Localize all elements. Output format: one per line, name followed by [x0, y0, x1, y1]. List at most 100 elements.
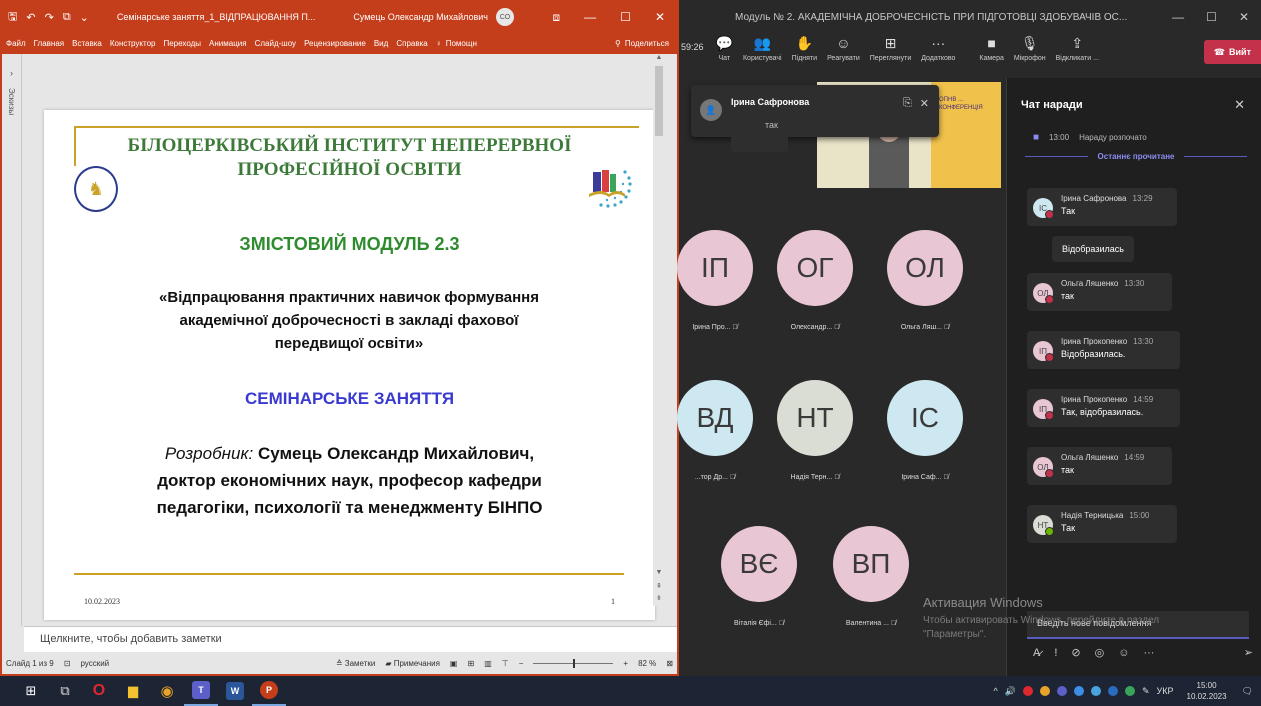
- reply-icon[interactable]: ⎘: [903, 97, 912, 110]
- start-button[interactable]: ⊞: [14, 676, 48, 706]
- scroll-up-icon[interactable]: ▲: [653, 54, 665, 61]
- teams-minimize-button[interactable]: —: [1172, 10, 1184, 24]
- powerpoint-button[interactable]: P: [252, 676, 286, 706]
- present-icon[interactable]: ⧉: [63, 11, 71, 24]
- tab-file[interactable]: Файл: [6, 39, 26, 48]
- participant-tile[interactable]: НТ Надія Терн... 🎙̸: [775, 380, 855, 481]
- thumbnail-pane[interactable]: › Эскизы: [2, 54, 22, 626]
- chat-message[interactable]: ОЛ Ольга Ляшенко 13:30 так: [1027, 273, 1172, 311]
- attach-icon[interactable]: ⊘: [1071, 646, 1080, 659]
- more-options-icon[interactable]: ···: [1143, 647, 1154, 659]
- accessibility-icon[interactable]: ⊡: [64, 659, 71, 668]
- expand-thumbnails-icon[interactable]: ›: [2, 68, 21, 78]
- chat-message[interactable]: ІП Ірина Прокопенко 13:30 Відобразилась.: [1027, 331, 1180, 369]
- react-button[interactable]: ☺ Реагувати: [827, 34, 860, 62]
- close-button[interactable]: ✕: [655, 10, 665, 25]
- scroll-down-icon[interactable]: ▼: [653, 569, 665, 576]
- sync-tray-icon[interactable]: [1125, 686, 1135, 696]
- tab-review[interactable]: Рецензирование: [304, 39, 366, 48]
- prev-slide-icon[interactable]: ⇞: [653, 582, 665, 590]
- teams-maximize-button[interactable]: ☐: [1206, 10, 1217, 24]
- chat-message[interactable]: ІС Ірина Сафронова 13:29 Так: [1027, 188, 1177, 226]
- volume-icon[interactable]: 🔊: [1005, 686, 1016, 697]
- zoom-in-icon[interactable]: +: [623, 659, 628, 668]
- tab-animations[interactable]: Анимация: [209, 39, 247, 48]
- zoom-slider[interactable]: [533, 658, 614, 668]
- chat-toast[interactable]: 👤 Ірина Сафронова так ⎘ ✕: [691, 85, 939, 152]
- task-view-button[interactable]: ⧉: [48, 676, 82, 706]
- user-name[interactable]: Сумець Олександр Михайлович: [353, 12, 488, 22]
- chat-button[interactable]: 💬 Чат: [716, 34, 733, 62]
- language-indicator[interactable]: УКР: [1157, 686, 1174, 696]
- fit-slide-icon[interactable]: ⊠: [666, 659, 673, 668]
- zoom-out-icon[interactable]: −: [519, 659, 524, 668]
- camera-button[interactable]: ■ Камера: [979, 34, 1003, 62]
- view-button[interactable]: ⊞ Переглянути: [870, 34, 911, 62]
- participant-tile[interactable]: ІП Ірина Про... 🎙̸: [675, 230, 755, 331]
- chat-message[interactable]: ОЛ Ольга Ляшенко 14:59 так: [1027, 447, 1172, 485]
- participant-tile[interactable]: ІС Ірина Саф... 🎙̸: [885, 380, 965, 481]
- stop-share-button[interactable]: ⇪ Відкликати ...: [1056, 34, 1099, 62]
- chat-close-icon[interactable]: ✕: [1234, 97, 1261, 113]
- normal-view-icon[interactable]: ▣: [450, 659, 458, 668]
- notifications-icon[interactable]: 🗨: [1242, 686, 1253, 697]
- chrome-button[interactable]: ◉: [150, 676, 184, 706]
- tab-insert[interactable]: Вставка: [72, 39, 102, 48]
- leave-button[interactable]: ☎ Вийт: [1203, 40, 1261, 64]
- show-hidden-icons[interactable]: ^: [994, 686, 998, 696]
- word-button[interactable]: W: [218, 676, 252, 706]
- minimize-button[interactable]: —: [584, 10, 596, 25]
- maximize-button[interactable]: ☐: [620, 10, 631, 25]
- teams-tray-icon[interactable]: [1057, 686, 1067, 696]
- tab-home[interactable]: Главная: [34, 39, 64, 48]
- notes-button[interactable]: ≙ Заметки: [336, 659, 376, 668]
- teams-button[interactable]: T: [184, 676, 218, 706]
- reading-view-icon[interactable]: ▥: [484, 659, 492, 668]
- opera-button[interactable]: O: [82, 676, 116, 706]
- comments-button[interactable]: ▰ Примечания: [385, 659, 440, 668]
- sorter-view-icon[interactable]: ⊞: [467, 659, 474, 668]
- tab-help[interactable]: Справка: [396, 39, 427, 48]
- vertical-scrollbar[interactable]: ▲ ▼ ⇞ ⇟: [653, 54, 665, 606]
- tell-me-button[interactable]: ♀ Помощн: [436, 39, 477, 48]
- participant-tile[interactable]: ОГ Олександр... 🎙̸: [775, 230, 855, 331]
- avatar[interactable]: CO: [496, 8, 514, 26]
- toast-close-icon[interactable]: ✕: [920, 97, 929, 110]
- next-slide-icon[interactable]: ⇟: [653, 594, 665, 602]
- slide-canvas[interactable]: БІЛОЦЕРКІВСЬКИЙ ІНСТИТУТ НЕПЕРЕРВНОЇ ПРО…: [44, 110, 655, 620]
- ribbon-display-icon[interactable]: ⧈: [553, 10, 561, 25]
- more-button[interactable]: ··· Додатково: [921, 34, 955, 62]
- raise-hand-button[interactable]: ✋ Підняти: [792, 34, 817, 62]
- customize-qat-icon[interactable]: ⌄: [80, 11, 89, 24]
- mic-button[interactable]: 🎙 Мікрофон: [1014, 34, 1046, 62]
- loop-icon[interactable]: ◎: [1095, 646, 1105, 659]
- save-icon[interactable]: 🖫: [8, 8, 17, 27]
- chat-message-continuation[interactable]: Відобразилась: [1052, 236, 1134, 262]
- teams-close-button[interactable]: ✕: [1239, 10, 1249, 24]
- undo-icon[interactable]: ↶: [26, 11, 35, 24]
- network-tray-icon[interactable]: [1074, 686, 1084, 696]
- participant-tile[interactable]: ОЛ Ольга Ляш... 🎙̸: [885, 230, 965, 331]
- participant-tile[interactable]: ВД ...тор Др... 🎙̸: [675, 380, 755, 481]
- people-button[interactable]: 👥 Користувачі: [743, 34, 782, 62]
- priority-icon[interactable]: !: [1054, 647, 1057, 659]
- send-icon[interactable]: ➢: [1244, 646, 1253, 659]
- bluetooth-tray-icon[interactable]: [1091, 686, 1101, 696]
- tab-slideshow[interactable]: Слайд-шоу: [255, 39, 296, 48]
- file-explorer-button[interactable]: ▆: [116, 676, 150, 706]
- format-icon[interactable]: A̷: [1033, 647, 1040, 659]
- zoom-level[interactable]: 82 %: [638, 659, 656, 668]
- share-button[interactable]: ⚲ Поделиться: [615, 39, 673, 48]
- participant-tile[interactable]: ВП Валентина ... 🎙̸: [831, 526, 911, 627]
- scrollbar-thumb[interactable]: [655, 66, 663, 136]
- chat-message[interactable]: ІП Ірина Прокопенко 14:59 Так, відобразил…: [1027, 389, 1180, 427]
- slideshow-view-icon[interactable]: ⊤: [502, 659, 509, 668]
- chat-message[interactable]: НТ Надія Терницька 15:00 Так: [1027, 505, 1177, 543]
- slide-editor[interactable]: БІЛОЦЕРКІВСЬКИЙ ІНСТИТУТ НЕПЕРЕРВНОЇ ПРО…: [24, 54, 667, 626]
- language-indicator[interactable]: русский: [80, 659, 109, 668]
- tab-view[interactable]: Вид: [374, 39, 388, 48]
- participant-tile[interactable]: ВЄ Віталія Єфі... 🎙̸: [719, 526, 799, 627]
- tab-transitions[interactable]: Переходы: [163, 39, 201, 48]
- tab-design[interactable]: Конструктор: [110, 39, 156, 48]
- app-tray-icon[interactable]: [1108, 686, 1118, 696]
